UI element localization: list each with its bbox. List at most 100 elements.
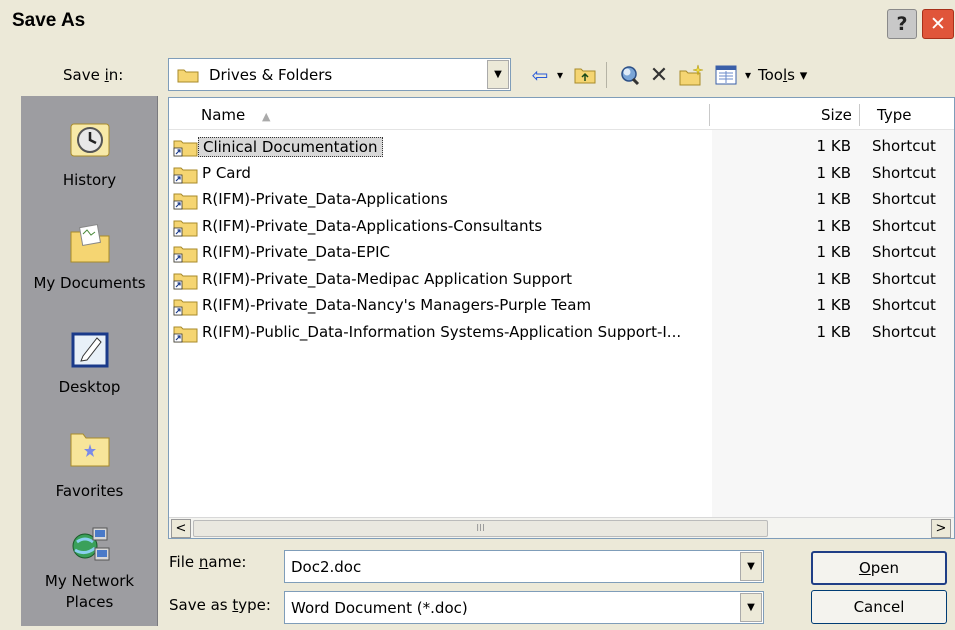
file-name-input[interactable]: Doc2.doc ▼ <box>284 550 764 583</box>
new-folder-icon <box>679 64 704 86</box>
chevron-down-icon[interactable]: ▼ <box>487 60 509 89</box>
file-name-cell: R(IFM)-Private_Data-EPIC <box>202 243 390 261</box>
cancel-button[interactable]: Cancel <box>811 590 947 624</box>
save-in-label: Save in: <box>63 66 124 84</box>
folder-shortcut-icon <box>173 220 198 236</box>
file-size-cell: 1 KB <box>816 269 851 288</box>
header-divider <box>169 129 954 130</box>
back-arrow-icon: ⇦ <box>531 63 549 87</box>
save-in-value: Drives & Folders <box>209 66 333 84</box>
file-name-cell: R(IFM)-Private_Data-Applications <box>202 190 448 208</box>
column-header-name[interactable]: Name ▲ <box>201 106 271 124</box>
file-name-cell: R(IFM)-Private_Data-Applications-Consult… <box>202 216 543 235</box>
file-row[interactable]: R(IFM)-Private_Data-EPIC 1 KB Shortcut <box>169 240 954 266</box>
close-button[interactable]: ✕ <box>922 9 954 39</box>
chevron-down-icon: ▾ <box>556 68 564 82</box>
scroll-right-button[interactable]: > <box>931 519 951 538</box>
new-folder-button[interactable] <box>678 62 706 88</box>
place-history[interactable]: History <box>21 96 158 200</box>
help-button[interactable]: ? <box>887 9 917 39</box>
folder-shortcut-icon <box>173 193 198 210</box>
toolbar: ⇦ ▾ ✕ ▾ Tools ▾ <box>520 58 850 91</box>
desktop-icon <box>71 332 109 368</box>
tools-label: Tools ▾ <box>758 66 808 84</box>
search-globe-icon <box>621 66 640 86</box>
chevron-down-icon: ▾ <box>744 68 752 82</box>
tools-menu-button[interactable]: Tools ▾ <box>758 62 838 88</box>
file-list[interactable]: Name ▲ Size Type Clinical Documentation 1… <box>168 97 955 539</box>
file-row[interactable]: Clinical Documentation 1 KB Shortcut <box>169 134 954 160</box>
views-list-icon <box>715 65 737 85</box>
horizontal-scrollbar[interactable]: < III > <box>169 517 954 538</box>
file-name-label: File name: <box>169 553 247 571</box>
folder-shortcut-icon <box>173 167 198 183</box>
my-documents-folder-icon <box>70 223 110 263</box>
file-name-cell: Clinical Documentation <box>198 137 383 157</box>
file-name-cell: P Card <box>202 163 251 182</box>
open-button-label: Open <box>858 559 900 577</box>
sort-ascending-icon: ▲ <box>262 110 271 123</box>
column-separator[interactable] <box>859 104 860 126</box>
file-type-cell: Shortcut <box>872 190 936 208</box>
place-my-network-places[interactable]: My Network Places <box>21 512 158 626</box>
scrollbar-thumb[interactable]: III <box>193 520 768 537</box>
file-size-cell: 1 KB <box>816 216 851 235</box>
title-bar[interactable]: Save As ? ✕ <box>0 0 955 46</box>
delete-button[interactable]: ✕ <box>647 62 671 88</box>
question-icon: ? <box>896 13 908 35</box>
file-row[interactable]: R(IFM)-Private_Data-Applications 1 KB Shor… <box>169 187 954 213</box>
places-bar: History My Documents Desktop Favorites M… <box>21 96 158 626</box>
file-row[interactable]: R(IFM)-Private_Data-Applications-Consult… <box>169 214 954 240</box>
up-folder-icon <box>574 68 596 84</box>
scroll-left-button[interactable]: < <box>171 519 191 538</box>
place-desktop[interactable]: Desktop <box>21 304 158 408</box>
save-in-dropdown[interactable]: Drives & Folders ▼ <box>168 58 511 91</box>
column-header-type[interactable]: Type <box>877 106 911 124</box>
delete-icon: ✕ <box>649 62 669 88</box>
chevron-down-icon[interactable]: ▼ <box>740 593 762 622</box>
file-type-cell: Shortcut <box>872 296 936 314</box>
file-row[interactable]: P Card 1 KB Shortcut <box>169 161 954 187</box>
save-as-type-dropdown[interactable]: Word Document (*.doc) ▼ <box>284 591 764 624</box>
history-icon <box>70 123 110 157</box>
views-button[interactable] <box>712 62 740 88</box>
up-one-level-button[interactable] <box>572 62 598 88</box>
file-name-cell: R(IFM)-Private_Data-Medipac Application … <box>202 269 573 288</box>
file-size-cell: 1 KB <box>816 296 851 314</box>
file-row[interactable]: R(IFM)-Private_Data-Nancy's Managers-Pur… <box>169 293 954 319</box>
open-button[interactable]: Open <box>811 551 947 585</box>
window-title: Save As <box>12 10 86 31</box>
save-as-dialog: Save As ? ✕ Save in: Drives & Folders ▼ … <box>0 0 955 630</box>
toolbar-separator <box>606 62 607 88</box>
file-type-cell: Shortcut <box>872 137 936 155</box>
chevron-left-icon: < <box>175 521 187 536</box>
list-header: Name ▲ Size Type <box>169 102 954 130</box>
column-separator[interactable] <box>709 104 710 126</box>
save-as-type-value: Word Document (*.doc) <box>291 599 468 617</box>
file-row[interactable]: R(IFM)-Private_Data-Medipac Application … <box>169 267 954 293</box>
folder-shortcut-icon <box>173 299 198 316</box>
column-header-size[interactable]: Size <box>821 106 852 124</box>
file-row[interactable]: R(IFM)-Public_Data-Information Systems-A… <box>169 320 954 346</box>
file-type-cell: Shortcut <box>872 163 936 182</box>
folder-shortcut-icon <box>173 273 198 289</box>
chevron-right-icon: > <box>935 521 947 536</box>
close-icon: ✕ <box>930 13 946 35</box>
place-favorites[interactable]: Favorites <box>21 408 158 512</box>
back-history-dropdown[interactable]: ▾ <box>554 62 566 88</box>
chevron-down-icon[interactable]: ▼ <box>740 552 762 581</box>
search-web-button[interactable] <box>615 62 643 88</box>
views-dropdown[interactable]: ▾ <box>742 62 754 88</box>
file-size-cell: 1 KB <box>816 137 851 155</box>
file-name-value: Doc2.doc <box>291 558 362 576</box>
file-type-cell: Shortcut <box>872 216 936 235</box>
place-my-documents[interactable]: My Documents <box>21 200 158 304</box>
folder-shortcut-icon <box>173 140 198 157</box>
save-as-type-label: Save as type: <box>169 596 271 614</box>
file-size-cell: 1 KB <box>816 190 851 208</box>
back-button[interactable]: ⇦ <box>528 62 552 88</box>
file-size-cell: 1 KB <box>816 243 851 261</box>
file-name-cell: R(IFM)-Public_Data-Information Systems-A… <box>202 322 682 341</box>
grip-icon: III <box>476 523 485 534</box>
favorites-folder-icon <box>70 433 110 467</box>
